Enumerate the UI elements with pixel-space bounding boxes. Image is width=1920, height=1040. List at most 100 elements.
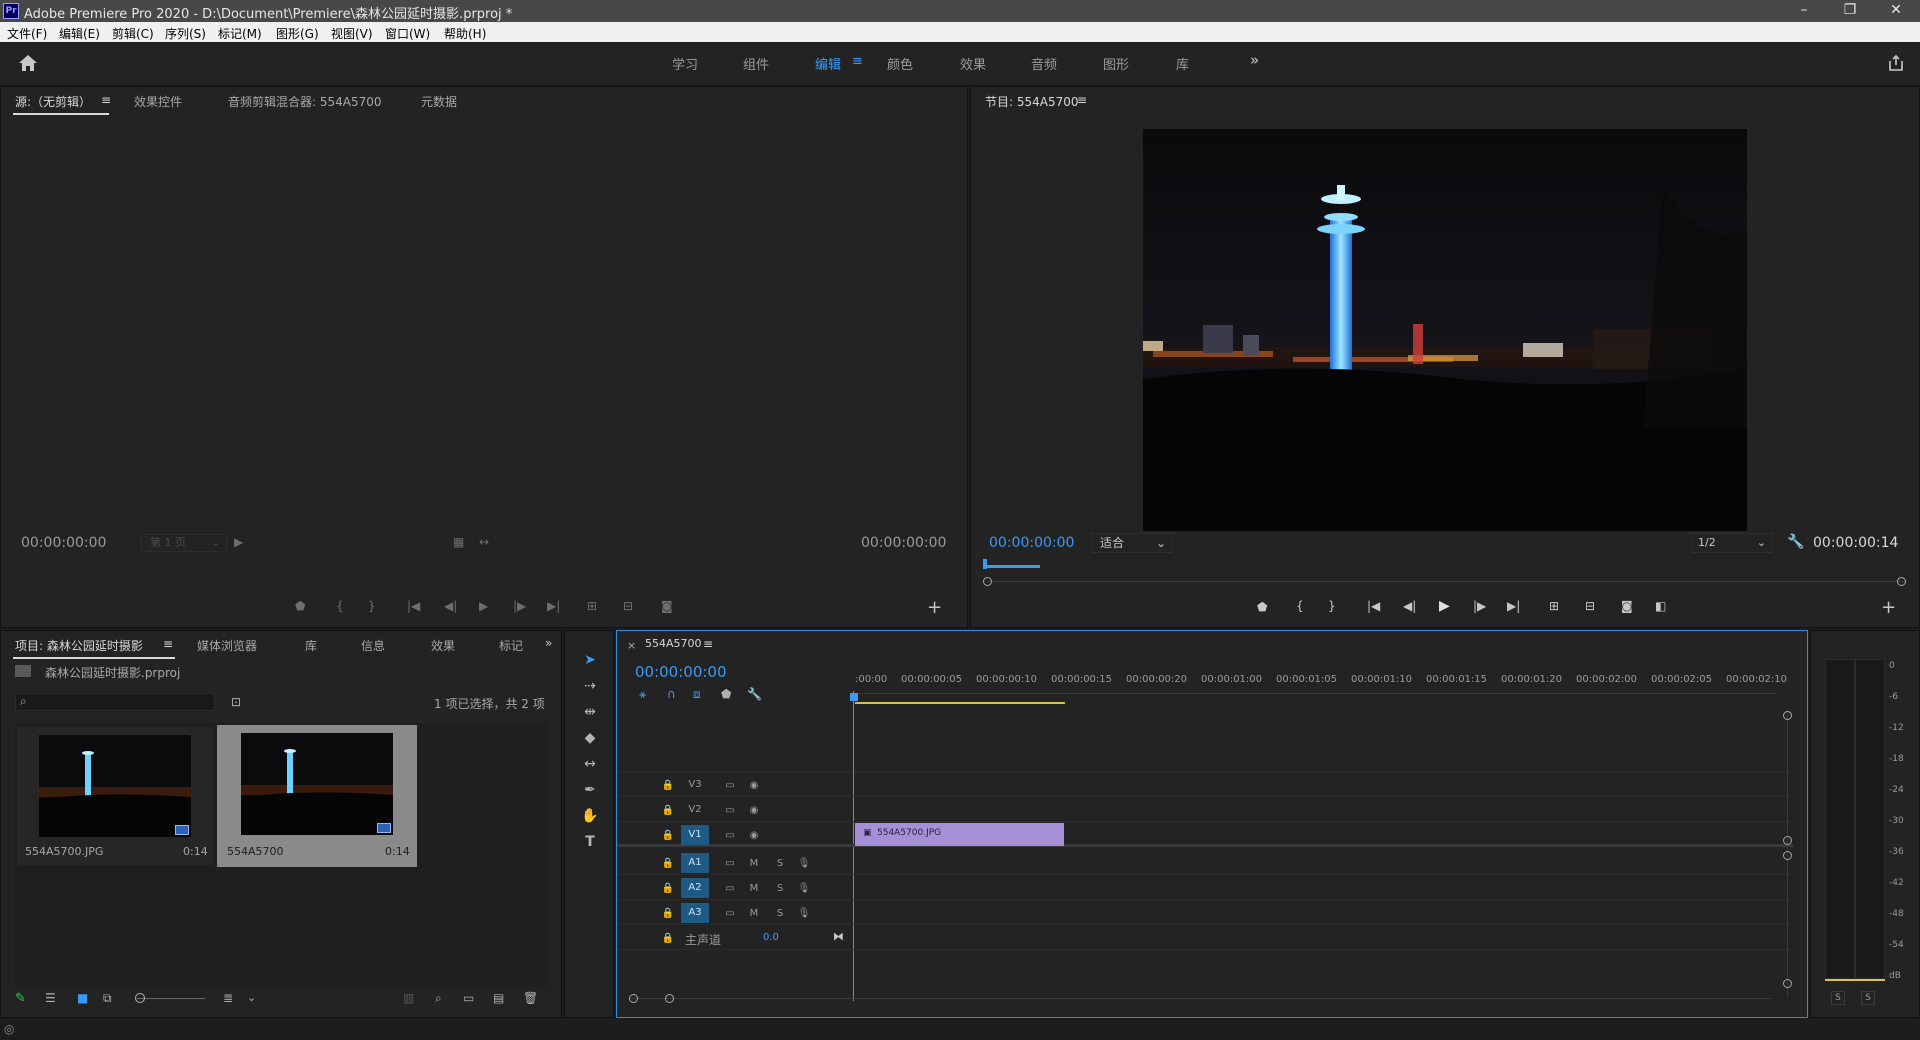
sequence-tab[interactable]: 554A5700 — [645, 637, 702, 650]
project-item-selected[interactable]: 554A5700 0:14 — [217, 725, 417, 867]
linked-selection-icon[interactable]: ∩ — [667, 687, 676, 701]
track-name[interactable]: A1 — [681, 853, 709, 873]
workspace-learn[interactable]: 学习 — [672, 54, 698, 73]
pencil-icon[interactable]: ✎ — [15, 991, 26, 1006]
go-to-in-icon[interactable]: |◀ — [407, 599, 420, 613]
insert-nest-icon[interactable]: ⧈ — [693, 687, 701, 702]
add-marker-icon[interactable]: ⬟ — [721, 687, 731, 701]
microphone-icon[interactable]: 🎙 — [793, 905, 815, 923]
sync-lock-icon[interactable]: ▭ — [719, 777, 741, 795]
compare-view-icon[interactable]: ◧ — [1655, 599, 1666, 613]
track-name[interactable]: A3 — [681, 903, 709, 923]
freeform-view-icon[interactable]: ⧉ — [103, 991, 112, 1006]
track-name[interactable]: V3 — [681, 775, 709, 795]
add-button-icon[interactable]: + — [927, 597, 942, 618]
play-icon[interactable]: ▶ — [1439, 598, 1450, 614]
source-tab-menu-icon[interactable]: ≡ — [101, 93, 111, 107]
program-scrub-track[interactable] — [987, 581, 1907, 582]
playhead-handle[interactable] — [850, 693, 858, 701]
chevron-down-icon[interactable]: ⌄ — [247, 991, 256, 1004]
menu-file[interactable]: 文件(F) — [7, 25, 47, 42]
workspace-effects[interactable]: 效果 — [960, 54, 986, 73]
go-to-out-icon[interactable]: ▶| — [547, 599, 560, 613]
zoom-slider-handle[interactable] — [135, 993, 145, 1003]
scroll-handle[interactable] — [1783, 851, 1792, 860]
menu-sequence[interactable]: 序列(S) — [165, 25, 206, 42]
workspace-libraries[interactable]: 库 — [1176, 54, 1189, 73]
sync-lock-icon[interactable]: ▭ — [719, 802, 741, 820]
tab-metadata[interactable]: 元数据 — [421, 93, 457, 110]
list-view-icon[interactable]: ☰ — [45, 991, 56, 1005]
wrench-icon[interactable]: 🔧 — [1787, 534, 1804, 550]
scrub-end-handle[interactable] — [1897, 577, 1906, 586]
solo-button[interactable]: S — [769, 880, 791, 898]
horizontal-scrollbar[interactable] — [631, 998, 1771, 999]
go-to-out-icon[interactable]: ▶| — [1507, 599, 1520, 613]
menu-window[interactable]: 窗口(W) — [385, 25, 430, 42]
tab-source[interactable]: 源:（无剪辑） — [15, 93, 91, 110]
mark-out-icon[interactable]: } — [1328, 599, 1336, 613]
tab-libraries[interactable]: 库 — [305, 637, 317, 654]
ripple-edit-tool-icon[interactable]: ⇹ — [579, 701, 601, 723]
source-page-dropdown[interactable]: 第 1 页 ⌄ — [141, 534, 227, 552]
share-icon[interactable] — [1887, 54, 1905, 72]
sort-icon[interactable]: ≣ — [223, 991, 233, 1005]
add-marker-icon[interactable]: ⬟ — [1257, 600, 1267, 614]
lock-icon[interactable]: 🔒 — [657, 802, 679, 820]
tab-audio-clip-mixer[interactable]: 音频剪辑混合器: 554A5700 — [228, 93, 382, 110]
workspace-assembly[interactable]: 组件 — [743, 54, 769, 73]
eye-icon[interactable]: ◉ — [743, 827, 765, 845]
fit-zoom-dropdown[interactable]: 适合 ⌄ — [1091, 533, 1173, 553]
go-to-in-icon[interactable]: |◀ — [1367, 599, 1380, 613]
source-timecode-left[interactable]: 00:00:00:00 — [21, 535, 106, 551]
trash-icon[interactable]: 🗑 — [523, 991, 538, 1005]
insert-icon[interactable]: ⊞ — [587, 599, 597, 613]
mute-button[interactable]: M — [743, 905, 765, 923]
track-select-tool-icon[interactable]: ⇢ — [579, 675, 601, 697]
workspace-menu-icon[interactable]: ≡ — [852, 54, 863, 69]
workspace-color[interactable]: 颜色 — [887, 54, 913, 73]
video-clip[interactable]: ▣ 554A5700.JPG — [855, 823, 1064, 846]
home-icon[interactable] — [18, 54, 38, 72]
microphone-icon[interactable]: 🎙 — [793, 855, 815, 873]
menu-graphics[interactable]: 图形(G) — [276, 25, 319, 42]
project-search-input[interactable]: ⌕ — [15, 693, 215, 711]
marker-icon[interactable]: ⬟ — [295, 599, 305, 613]
track-name[interactable]: A2 — [681, 878, 709, 898]
export-frame-icon[interactable]: ◙ — [1621, 599, 1633, 613]
new-item-icon[interactable]: ▤ — [493, 991, 504, 1005]
zoom-slider[interactable] — [137, 998, 205, 999]
automate-sequence-icon[interactable]: ▥ — [403, 991, 414, 1005]
playback-range-bar[interactable] — [985, 565, 1040, 568]
close-button[interactable]: ✕ — [1878, 0, 1914, 22]
program-playhead[interactable] — [983, 559, 987, 569]
scrub-start-handle[interactable] — [983, 577, 992, 586]
workspace-graphics[interactable]: 图形 — [1103, 54, 1129, 73]
program-title[interactable]: 节目: 554A5700 — [985, 93, 1079, 110]
resolution-dropdown[interactable]: 1/2 ⌄ — [1691, 533, 1773, 553]
menu-markers[interactable]: 标记(M) — [218, 25, 262, 42]
find-icon[interactable]: ⌕ — [435, 991, 442, 1006]
drag-handle-icon[interactable]: ↔ — [479, 535, 489, 549]
solo-right-button[interactable]: S — [1861, 991, 1875, 1005]
solo-button[interactable]: S — [769, 855, 791, 873]
slip-tool-icon[interactable]: ↔ — [579, 753, 601, 775]
tab-effects[interactable]: 效果 — [431, 637, 455, 654]
workspace-more-button[interactable]: » — [1250, 51, 1259, 69]
snap-icon[interactable]: ⚹ — [639, 687, 646, 702]
step-back-icon[interactable]: ◀| — [444, 599, 457, 613]
tab-effect-controls[interactable]: 效果控件 — [134, 93, 182, 110]
tab-markers[interactable]: 标记 — [499, 637, 523, 654]
more-tabs-icon[interactable]: » — [545, 636, 552, 650]
program-menu-icon[interactable]: ≡ — [1077, 93, 1087, 107]
icon-view-icon[interactable]: ■ — [77, 991, 88, 1005]
eye-icon[interactable]: ◉ — [743, 802, 765, 820]
step-forward-icon[interactable]: |▶ — [513, 599, 526, 613]
sequence-menu-icon[interactable]: ≡ — [703, 637, 713, 651]
overwrite-icon[interactable]: ⊟ — [623, 599, 633, 613]
lock-icon[interactable]: 🔒 — [657, 880, 679, 898]
razor-tool-icon[interactable]: ◆ — [579, 727, 601, 749]
workspace-editing[interactable]: 编辑 — [815, 54, 841, 73]
track-name[interactable]: V2 — [681, 800, 709, 820]
menu-clip[interactable]: 剪辑(C) — [112, 25, 154, 42]
